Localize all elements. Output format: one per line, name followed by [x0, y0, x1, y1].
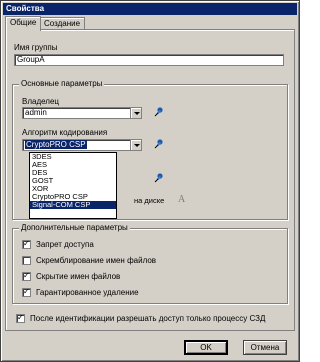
- sed-access-label: После идентификации разрешать доступ тол…: [30, 314, 266, 323]
- on-disk-label: на диске: [134, 196, 165, 205]
- scramble-names-checkbox[interactable]: [22, 256, 31, 265]
- extra-params-title: Дополнительные параметры: [19, 223, 130, 232]
- font-icon[interactable]: A: [178, 194, 185, 205]
- group-name-input[interactable]: GroupA: [14, 54, 284, 66]
- hide-names-label: Скрытие имен файлов: [36, 272, 121, 281]
- owner-value: admin: [25, 108, 47, 117]
- chevron-down-icon[interactable]: [130, 108, 141, 118]
- deny-access-label: Запрет доступа: [36, 240, 94, 249]
- deny-access-checkbox[interactable]: [22, 239, 31, 249]
- algorithm-select[interactable]: CryptoPRO CSP: [22, 139, 142, 151]
- owner-select[interactable]: admin: [22, 107, 142, 119]
- algorithm-pin-icon[interactable]: [154, 139, 164, 149]
- cancel-button[interactable]: Отмена: [243, 340, 287, 355]
- properties-dialog: Свойства Общие Создание ключа Имя группы…: [0, 0, 300, 362]
- tab-general[interactable]: Общие: [5, 16, 42, 31]
- window-title: Свойства: [3, 3, 297, 15]
- hide-names-checkbox[interactable]: [22, 271, 31, 281]
- main-params-title: Основные параметры: [19, 79, 105, 88]
- list-item-highlighted[interactable]: Signal-COM CSP: [30, 201, 116, 209]
- sed-access-checkbox[interactable]: [16, 313, 25, 323]
- algorithm-label: Алгоритм кодирования: [22, 128, 108, 137]
- algorithm-dropdown-list[interactable]: 3DES AES DES GOST XOR CryptoPRO CSP Sign…: [29, 152, 117, 219]
- third-pin-icon[interactable]: [154, 173, 164, 183]
- owner-pin-icon[interactable]: [154, 107, 164, 117]
- secure-delete-label: Гарантированное удаление: [36, 288, 139, 297]
- ok-button[interactable]: OK: [184, 340, 228, 355]
- group-name-label: Имя группы: [14, 43, 58, 52]
- algorithm-value: CryptoPRO CSP: [25, 140, 87, 149]
- secure-delete-checkbox[interactable]: [22, 287, 31, 297]
- scramble-names-label: Скремблирование имен файлов: [36, 256, 157, 265]
- owner-label: Владелец: [22, 97, 60, 106]
- chevron-down-icon[interactable]: [130, 140, 141, 150]
